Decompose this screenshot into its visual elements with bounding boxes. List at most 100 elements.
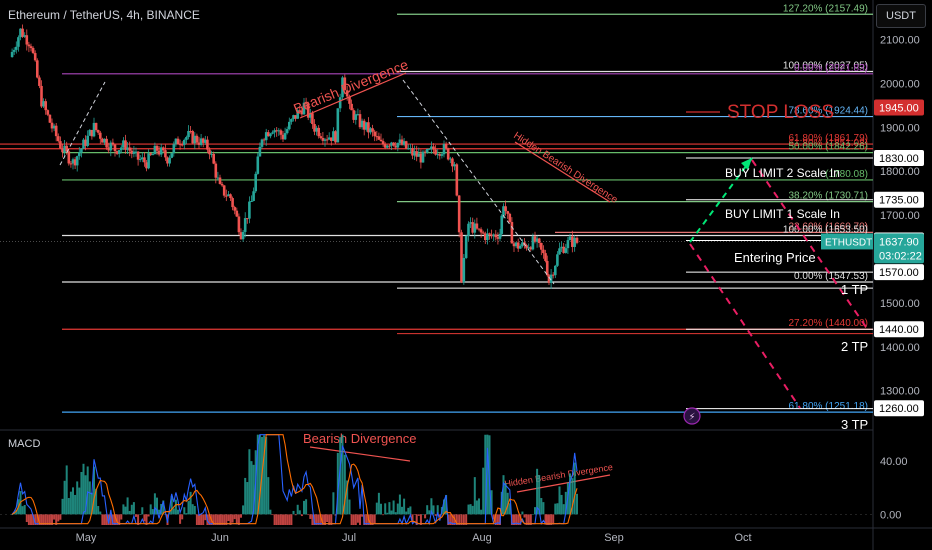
macd-histogram-bar (542, 502, 545, 515)
macd-panel: Bearish Divergence Hidden Bearish Diverg… (0, 431, 873, 526)
candle-body (311, 113, 314, 125)
candle-body (573, 237, 576, 247)
candle-body (373, 131, 376, 137)
macd-histogram-bar (240, 514, 242, 518)
macd-histogram-bar (128, 510, 131, 515)
macd-histogram-bar (279, 514, 282, 525)
candle-body (241, 231, 245, 240)
macd-histogram-bar (67, 498, 70, 515)
candle-body (248, 201, 251, 219)
candle-body (460, 232, 463, 283)
macd-histogram-bar (401, 506, 403, 515)
candle-body (36, 60, 39, 78)
macd-histogram-bar (403, 498, 406, 515)
macd-histogram-bar (59, 514, 62, 520)
macd-indicator-label: MACD (8, 438, 41, 450)
macd-histogram-bar (392, 500, 395, 515)
candle-body (421, 151, 425, 163)
macd-histogram-bar (189, 491, 192, 515)
candle-body (222, 185, 226, 196)
candle-body (283, 133, 287, 140)
stop-loss-label: STOP LOSS (727, 102, 834, 123)
candle-body (457, 195, 461, 233)
candle-body (290, 119, 293, 122)
candle-body (498, 233, 502, 239)
macd-histogram-bar (198, 514, 200, 525)
candle-body (506, 211, 509, 214)
macd-histogram-bar (187, 501, 190, 515)
macd-histogram-bar (21, 506, 24, 515)
price-tick-label: 1800.00 (880, 166, 920, 178)
candle-body (69, 163, 73, 165)
fib-level-label: 61.80% (1251.18) (788, 401, 868, 412)
candle-body (48, 114, 52, 123)
macd-histogram-bar (350, 514, 353, 525)
macd-histogram-bar (377, 492, 380, 515)
macd-histogram-bar (202, 514, 205, 525)
candle-body (99, 132, 102, 139)
candle-body (170, 153, 173, 158)
entering-price-label: Entering Price (734, 250, 816, 265)
price-tick-label: 1300.00 (880, 386, 920, 398)
candle-body (38, 77, 41, 86)
price-tick-label: 2100.00 (880, 35, 920, 47)
macd-histogram-bar (354, 514, 357, 525)
macd-histogram-bar (78, 487, 81, 515)
macd-histogram-bar (200, 514, 203, 525)
candle-body (252, 191, 255, 202)
candle-body (325, 139, 329, 141)
tp1-label: 1 TP (841, 282, 868, 297)
macd-histogram-bar (300, 514, 303, 517)
candle-body (256, 156, 260, 174)
macd-histogram-bar (242, 505, 245, 515)
macd-histogram-bar (185, 513, 188, 515)
macd-histogram-bar (469, 504, 472, 515)
macd-histogram-bar (53, 514, 56, 520)
macd-histogram-bar (80, 471, 83, 515)
macd-bearish-divergence-label: Bearish Divergence (303, 431, 416, 446)
macd-histogram-bar (394, 512, 397, 515)
time-axis[interactable]: May Jun Jul Aug Sep Oct (76, 532, 752, 544)
candle-body (381, 141, 385, 145)
time-tick-label: Jul (342, 532, 356, 544)
price-tag-label: 1570.00 (879, 267, 919, 279)
candle-body (258, 146, 262, 157)
chart-canvas[interactable]: 127.20% (2157.49)100.00% (2027.05)0.00% … (0, 0, 932, 550)
macd-histogram-bar (193, 506, 196, 515)
candle-body (519, 245, 522, 249)
macd-histogram-bar (382, 514, 385, 516)
candle-body (162, 147, 165, 151)
candle-body (540, 242, 543, 250)
macd-histogram-bar (277, 514, 280, 525)
candle-body (164, 150, 167, 158)
macd-histogram-bar (235, 514, 238, 525)
candle-body (254, 173, 257, 192)
candle-body (334, 131, 337, 143)
candle-body (568, 236, 572, 241)
macd-bearish-divergence-line (309, 446, 411, 462)
candle-body (206, 139, 209, 150)
macd-histogram-bar (286, 514, 289, 525)
symbol-tag-label: ETHUSDT (825, 237, 872, 248)
candle-body (464, 235, 468, 258)
candle-body (504, 206, 507, 212)
macd-histogram-bar (179, 514, 182, 524)
dashed-projection-line (402, 79, 555, 285)
macd-histogram-bar (25, 514, 28, 523)
macd-histogram-bar (534, 507, 536, 515)
macd-histogram-bar (384, 503, 387, 515)
candle-body (96, 130, 100, 133)
candle-body (317, 127, 320, 137)
candle-body (462, 257, 466, 283)
macd-histogram-bar (388, 502, 391, 515)
macd-histogram-bar (413, 514, 416, 515)
candle-body (564, 248, 568, 253)
candle-body (455, 164, 459, 196)
candle-body (176, 138, 180, 145)
currency-button[interactable]: USDT (876, 4, 926, 28)
macd-histogram-bar (290, 514, 293, 525)
macd-histogram-bar (149, 504, 152, 515)
macd-histogram-bar (139, 514, 142, 515)
candle-body (155, 145, 159, 151)
annotation-labels: Bearish Divergence Hidden Bearish Diverg… (291, 56, 868, 432)
